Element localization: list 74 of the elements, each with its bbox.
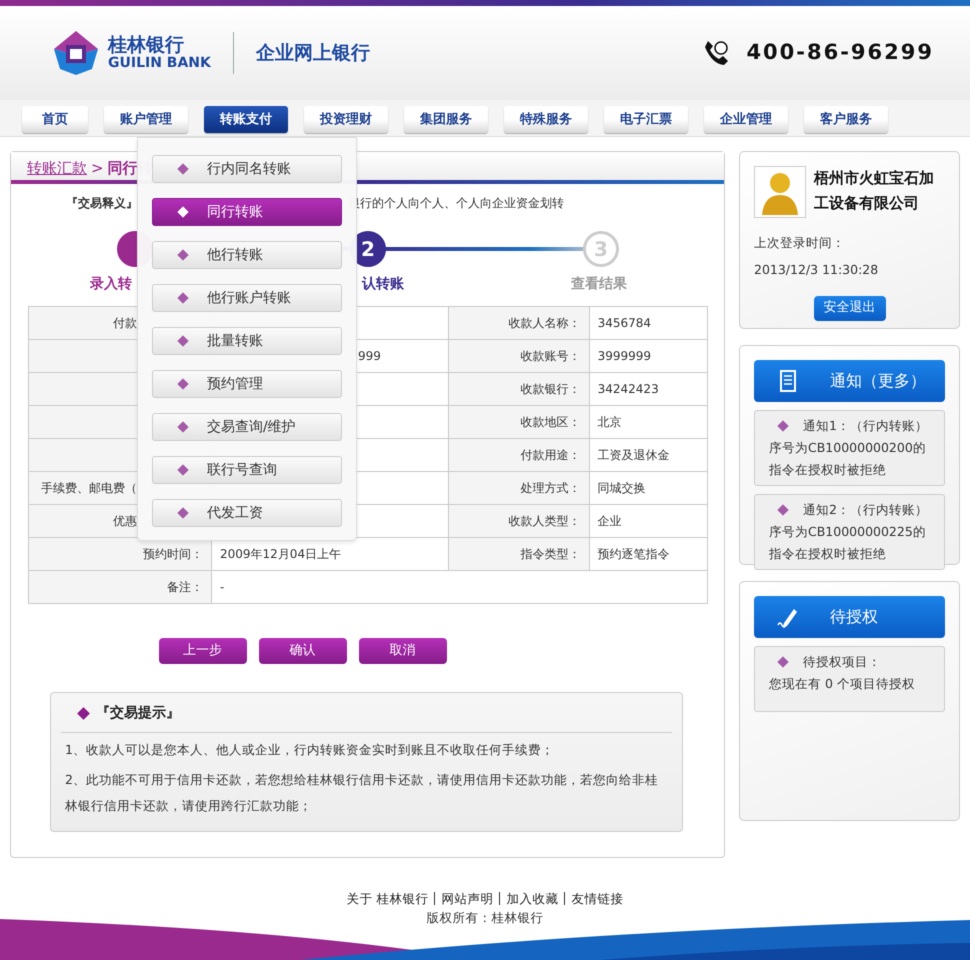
nav-tab[interactable]: 转账支付 xyxy=(204,106,288,133)
hotline-number: 400-86-96299 xyxy=(746,39,934,66)
menu-item[interactable]: 联行号查询 xyxy=(152,456,342,484)
field-label: 备注： xyxy=(28,570,212,604)
bank-name-english: GUILIN BANK xyxy=(108,56,211,72)
notice-text: 序号为CB10000000225的指令在授权时被拒绝 xyxy=(769,523,927,563)
description-label: 『交易释义』 xyxy=(66,195,138,212)
copyright-text: 版权所有：桂林银行 xyxy=(426,909,544,927)
field-label: 预约时间： xyxy=(28,538,212,570)
tips-title: 『交易提示』 xyxy=(96,704,180,723)
field-value: 同城交换 xyxy=(589,472,708,504)
field-label: 收款人名称： xyxy=(448,306,590,340)
menu-item[interactable]: 他行转账 xyxy=(152,241,342,269)
nav-tab[interactable]: 客户服务 xyxy=(804,106,888,133)
field-label: 收款账号： xyxy=(448,340,590,372)
last-login-label: 上次登录时间： xyxy=(754,234,846,252)
field-value: - xyxy=(212,570,708,604)
notice-text: 序号为CB10000000200的指令在授权时被拒绝 xyxy=(769,439,927,479)
field-label: 收款地区： xyxy=(448,406,590,438)
field-value: 34242423 xyxy=(589,372,708,406)
field-label: 收款人类型： xyxy=(448,504,590,538)
footer-link[interactable]: 加入收藏 xyxy=(499,892,564,905)
logo-icon xyxy=(52,29,100,77)
footer-link[interactable]: 网站声明 xyxy=(434,892,500,905)
field-value: 3456784 xyxy=(589,306,708,340)
nav-tab[interactable]: 首页 xyxy=(22,106,88,133)
step-label: 录入转 xyxy=(90,275,132,294)
logout-button[interactable]: 安全退出 xyxy=(814,296,886,320)
avatar-icon xyxy=(754,166,806,218)
field-label: 收款银行： xyxy=(448,372,590,406)
menu-item[interactable]: 行内同名转账 xyxy=(152,155,342,183)
field-label: 处理方式： xyxy=(448,472,590,504)
nav-tab[interactable]: 投资理财 xyxy=(304,106,388,133)
menu-item[interactable]: 他行账户转账 xyxy=(152,284,342,312)
phone-icon xyxy=(702,39,730,67)
pending-title: 待授权项目： xyxy=(803,653,881,671)
field-label: 付款用途： xyxy=(448,438,590,472)
site-title: 企业网上银行 xyxy=(256,40,370,66)
menu-item[interactable]: 批量转账 xyxy=(152,327,342,355)
notice-title: 通知2：（行内转账） xyxy=(803,501,928,519)
notice-title: 通知1：（行内转账） xyxy=(803,417,928,435)
nav-tab[interactable]: 企业管理 xyxy=(704,106,788,133)
field-value: 企业 xyxy=(589,504,708,538)
pending-text: 您现在有 0 个项目待授权 xyxy=(769,675,916,693)
breadcrumb-link[interactable]: 转账汇款 xyxy=(27,157,87,175)
notice-header[interactable]: 通知（更多） xyxy=(754,360,945,402)
menu-item[interactable]: 代发工资 xyxy=(152,499,342,527)
company-name: 梧州市火虹宝石加工设备有限公司 xyxy=(814,168,935,214)
step-label: 查看结果 xyxy=(571,275,627,294)
field-value: 预约逐笔指令 xyxy=(589,538,708,570)
footer-link[interactable]: 友情链接 xyxy=(564,892,630,905)
field-value: 工资及退休金 xyxy=(589,438,708,472)
menu-item[interactable]: 同行转账 xyxy=(152,198,342,226)
nav-tab[interactable]: 账户管理 xyxy=(104,106,188,133)
breadcrumb-separator: > xyxy=(91,158,104,175)
bank-name: 桂林银行 xyxy=(108,34,185,56)
breadcrumb-current: 同行转 xyxy=(108,158,153,175)
menu-item[interactable]: 预约管理 xyxy=(152,370,342,398)
confirm-button[interactable]: 确认 xyxy=(258,638,346,664)
nav-tab[interactable]: 电子汇票 xyxy=(604,106,688,133)
nav-tab[interactable]: 特殊服务 xyxy=(504,106,588,133)
field-label: 指令类型： xyxy=(448,538,590,570)
nav-tab[interactable]: 集团服务 xyxy=(404,106,488,133)
menu-item[interactable]: 交易查询/维护 xyxy=(152,413,342,441)
cancel-button[interactable]: 取消 xyxy=(358,638,446,664)
step-label: 认转账 xyxy=(362,275,404,294)
field-value: 3999999 xyxy=(589,340,708,372)
field-value: 北京 xyxy=(589,406,708,438)
last-login-time: 2013/12/3 11:30:28 xyxy=(754,260,880,279)
tip-text: 2、此功能不可用于信用卡还款，若您想给桂林银行信用卡还款，请使用信用卡还款功能，若您向给非桂林银行信用卡还款，请使用跨行汇款功能； xyxy=(64,771,659,815)
tip-text: 1、收款人可以是您本人、他人或企业，行内转账资金实时到账且不收取任何手续费； xyxy=(64,741,555,759)
pending-header[interactable]: 待授权 xyxy=(754,596,945,638)
previous-button[interactable]: 上一步 xyxy=(158,638,246,664)
footer-link[interactable]: 关于 桂林银行 xyxy=(340,892,434,905)
